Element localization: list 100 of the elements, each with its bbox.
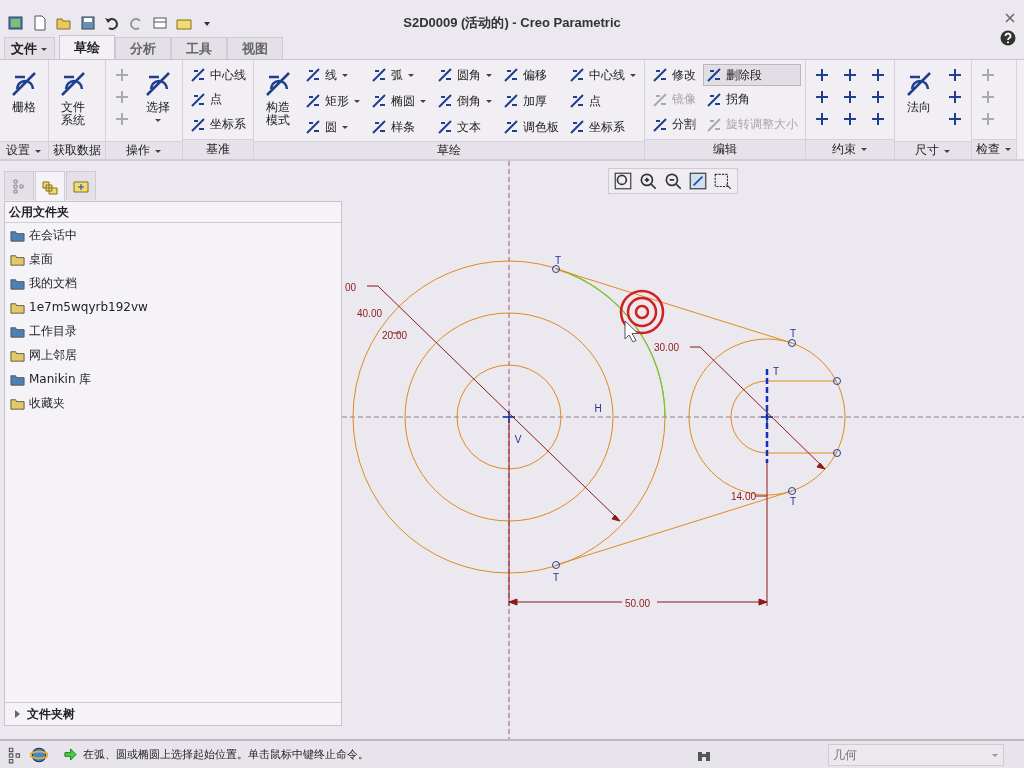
close-icon[interactable] xyxy=(1004,12,1016,24)
constraint-symbol: T xyxy=(789,328,797,339)
group-label[interactable]: 尺寸 xyxy=(895,141,971,159)
ribbon-button[interactable]: 弧 xyxy=(368,64,430,86)
folder-item[interactable]: 网上邻居 xyxy=(5,343,341,367)
ribbon-tab[interactable]: 分析 xyxy=(115,37,171,59)
ribbon-button[interactable]: 选择 xyxy=(138,64,178,138)
ribbon-button[interactable]: 文本 xyxy=(434,116,496,138)
ribbon-button[interactable]: 倒角 xyxy=(434,90,496,112)
caret-icon xyxy=(154,116,162,124)
folder-item[interactable]: 在会话中 xyxy=(5,223,341,247)
ribbon-button[interactable]: 坐标系 xyxy=(187,113,249,136)
ribbon-button[interactable]: 分割 xyxy=(649,113,699,136)
dimension-value[interactable]: 14.00 xyxy=(731,491,757,502)
tool-icon[interactable] xyxy=(842,111,858,127)
tool-icon xyxy=(437,67,453,83)
tool-icon[interactable] xyxy=(870,67,886,83)
new-file-icon[interactable] xyxy=(32,15,48,31)
tool-icon[interactable] xyxy=(947,111,963,127)
caret-icon xyxy=(407,71,415,79)
ribbon-button[interactable]: 调色板 xyxy=(500,116,562,138)
tool-icon xyxy=(190,116,206,133)
ribbon-button[interactable]: 中心线 xyxy=(566,64,640,86)
ribbon-button[interactable]: 偏移 xyxy=(500,64,562,86)
folder-tree-label: 文件夹树 xyxy=(27,705,75,723)
display-style-icon[interactable] xyxy=(713,171,733,191)
tool-icon[interactable] xyxy=(814,67,830,83)
tool-icon[interactable] xyxy=(870,89,886,105)
tool-icon xyxy=(569,119,585,135)
tool-icon[interactable] xyxy=(814,89,830,105)
folder-item[interactable]: 收藏夹 xyxy=(5,391,341,415)
sketch-canvas[interactable]: 00 40.00 20.00 30.00 14.00 50.00 T T T T T H V xyxy=(342,161,1024,739)
dimension-value[interactable]: 00 xyxy=(345,282,357,293)
group-label[interactable]: 约束 xyxy=(806,138,894,159)
ribbon-button[interactable]: 法向 xyxy=(899,64,939,138)
folder-item[interactable]: 我的文档 xyxy=(5,271,341,295)
navigator-tab[interactable] xyxy=(35,171,65,202)
group-label[interactable]: 检查 xyxy=(972,138,1016,159)
ribbon-button[interactable]: 点 xyxy=(187,88,249,111)
folder-item[interactable]: 工作目录 xyxy=(5,319,341,343)
caret-icon xyxy=(629,71,637,79)
tool-icon[interactable] xyxy=(842,89,858,105)
caret-icon xyxy=(485,97,493,105)
ribbon-tab[interactable]: 工具 xyxy=(171,37,227,59)
ribbon-button[interactable]: 加厚 xyxy=(500,90,562,112)
folder-tree-toggle[interactable]: 文件夹树 xyxy=(5,702,341,725)
ribbon-button[interactable]: 栅格 xyxy=(4,64,44,138)
tool-icon xyxy=(569,67,585,83)
dimension-value[interactable]: 30.00 xyxy=(654,342,680,353)
ribbon-button[interactable]: 矩形 xyxy=(302,90,364,112)
ribbon-button[interactable]: 修改 xyxy=(649,64,699,86)
ribbon-tab[interactable]: 草绘 xyxy=(59,35,115,59)
constraint-symbol: H xyxy=(594,403,602,414)
undo-icon[interactable] xyxy=(104,15,120,31)
app-icon[interactable] xyxy=(8,15,24,31)
ribbon-button[interactable]: 文件系统 xyxy=(53,64,93,138)
navigator-tab[interactable] xyxy=(66,171,96,200)
caret-icon xyxy=(353,97,361,105)
dimension-value[interactable]: 20.00 xyxy=(382,330,408,341)
constraint-symbol: T xyxy=(772,366,780,377)
zoom-fit-icon[interactable] xyxy=(613,171,633,191)
group-label[interactable]: 操作 xyxy=(106,141,182,159)
selection-filter-dropdown[interactable]: 几何 xyxy=(828,743,1004,766)
ribbon-button[interactable]: 圆角 xyxy=(434,64,496,86)
folder-item[interactable]: 1e7m5wqyrb192vw xyxy=(5,295,341,319)
refit-icon[interactable] xyxy=(688,171,708,191)
group-label[interactable]: 设置 xyxy=(0,141,48,159)
globe-icon[interactable] xyxy=(30,745,48,764)
ribbon-button[interactable]: 点 xyxy=(566,90,640,112)
tool-icon xyxy=(652,67,668,83)
folder-item[interactable]: 桌面 xyxy=(5,247,341,271)
tool-icon[interactable] xyxy=(947,89,963,105)
tool-icon[interactable] xyxy=(814,111,830,127)
ribbon-tab[interactable]: 视图 xyxy=(227,37,283,59)
ribbon-button[interactable]: 拐角 xyxy=(703,88,801,111)
tool-icon[interactable] xyxy=(842,67,858,83)
ribbon-button[interactable]: 样条 xyxy=(368,116,430,138)
ribbon-button[interactable]: 椭圆 xyxy=(368,90,430,112)
folder-item[interactable]: Manikin 库 xyxy=(5,367,341,391)
tool-icon xyxy=(437,93,453,109)
ribbon-tab[interactable]: 文件 xyxy=(4,37,55,59)
arrow-icon xyxy=(64,748,77,761)
ribbon-button[interactable]: 圆 xyxy=(302,116,364,138)
tool-icon[interactable] xyxy=(870,111,886,127)
dimension-value[interactable]: 40.00 xyxy=(357,308,383,319)
ribbon-button[interactable]: 线 xyxy=(302,64,364,86)
ribbon-button[interactable]: 删除段 xyxy=(703,64,801,86)
tool-icon[interactable] xyxy=(947,67,963,83)
tool-icon xyxy=(305,119,321,135)
save-icon[interactable] xyxy=(80,15,96,31)
zoom-out-icon[interactable] xyxy=(663,171,683,191)
ribbon-button[interactable]: 构造模式 xyxy=(258,64,298,138)
ribbon-button[interactable]: 中心线 xyxy=(187,64,249,86)
ribbon-button[interactable]: 坐标系 xyxy=(566,116,640,138)
favorites-folder-icon xyxy=(73,178,89,194)
open-folder-icon[interactable] xyxy=(56,15,72,31)
window-icon[interactable] xyxy=(152,15,168,31)
zoom-in-icon[interactable] xyxy=(638,171,658,191)
dimension-value[interactable]: 50.00 xyxy=(625,598,651,609)
help-icon[interactable] xyxy=(1000,30,1016,46)
